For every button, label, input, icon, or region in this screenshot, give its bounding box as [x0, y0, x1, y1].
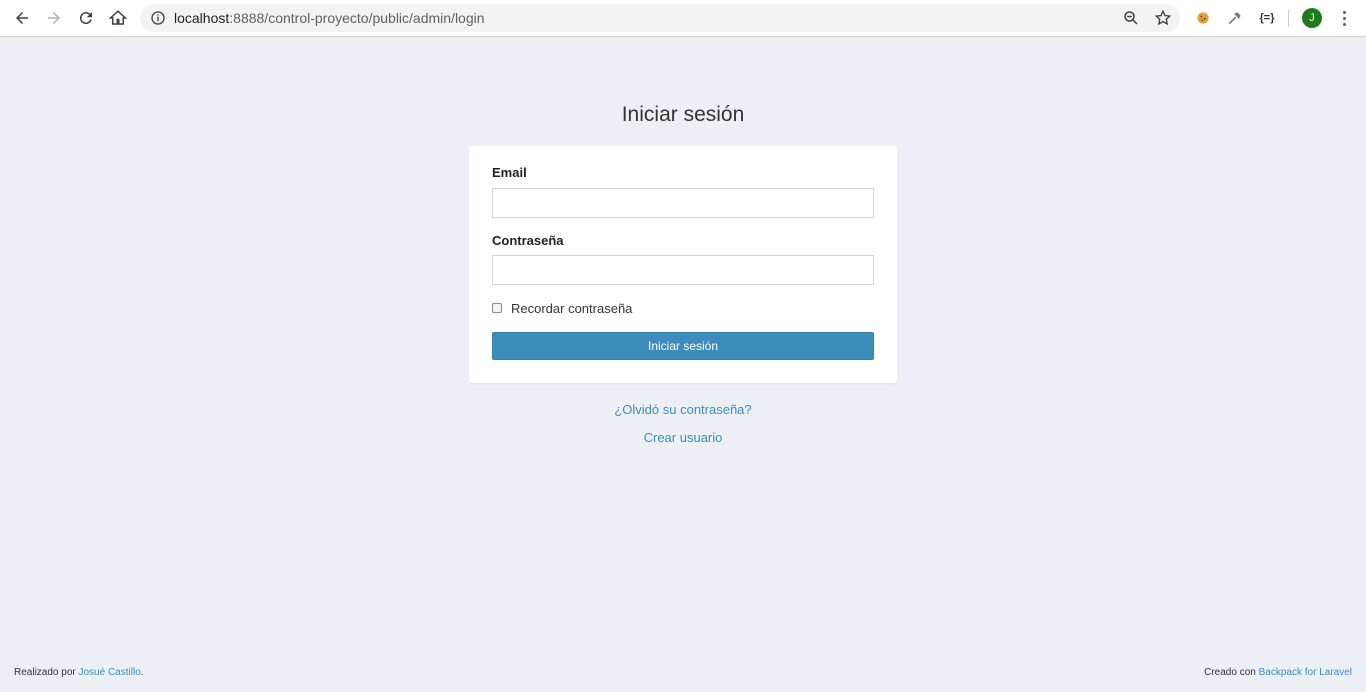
register-text[interactable]: Crear usuario	[644, 430, 723, 445]
address-bar[interactable]: localhost:8888/control-proyecto/public/a…	[140, 4, 1180, 32]
footer-credits: Realizado por Josué Castillo.	[14, 667, 144, 678]
url-host: localhost	[174, 10, 230, 26]
home-icon	[109, 10, 127, 25]
url-path: :8888/control-proyecto/public/admin/logi…	[229, 10, 485, 26]
backpack-link[interactable]: Backpack for Laravel	[1259, 667, 1352, 678]
remember-label[interactable]: Recordar contraseña	[511, 301, 632, 316]
browser-toolbar: localhost:8888/control-proyecto/public/a…	[0, 0, 1366, 37]
forgot-password-link[interactable]: ¿Olvidó su contraseña?	[0, 402, 1366, 417]
cookie-extension-icon[interactable]	[1193, 8, 1213, 28]
browser-menu-icon[interactable]	[1334, 8, 1354, 28]
toolbar-divider	[1288, 9, 1289, 27]
zoom-icon[interactable]	[1122, 9, 1140, 27]
info-icon[interactable]	[150, 10, 166, 26]
forgot-password-text[interactable]: ¿Olvidó su contraseña?	[614, 402, 751, 417]
profile-avatar[interactable]: J	[1302, 8, 1322, 28]
page-title: Iniciar sesión	[621, 103, 745, 126]
url-text: localhost:8888/control-proyecto/public/a…	[174, 10, 485, 26]
hammer-extension-icon[interactable]	[1225, 8, 1245, 28]
email-label: Email	[492, 165, 527, 180]
login-button[interactable]: Iniciar sesión	[492, 332, 874, 360]
footer-left-suffix: .	[140, 667, 144, 678]
home-button[interactable]	[106, 6, 130, 30]
register-link[interactable]: Crear usuario	[0, 430, 1366, 445]
arrow-left-icon	[16, 12, 28, 24]
email-field[interactable]	[492, 188, 874, 218]
footer-right-prefix: Creado con	[1204, 667, 1256, 678]
password-field[interactable]	[492, 255, 874, 285]
footer-powered-by: Creado con Backpack for Laravel	[1204, 667, 1352, 678]
reload-icon	[79, 12, 92, 25]
forward-button[interactable]	[42, 6, 66, 30]
password-label: Contraseña	[492, 233, 564, 248]
reload-button[interactable]	[74, 6, 98, 30]
remember-checkbox[interactable]	[492, 303, 502, 313]
author-link[interactable]: Josué Castillo	[79, 667, 141, 678]
back-button[interactable]	[10, 6, 34, 30]
bookmark-star-icon[interactable]	[1154, 9, 1172, 27]
json-extension-icon[interactable]: {=}	[1257, 8, 1277, 28]
arrow-right-icon	[48, 12, 60, 24]
footer-left-prefix: Realizado por	[14, 667, 76, 678]
login-card: Email Contraseña Recordar contraseña Ini…	[469, 146, 897, 383]
